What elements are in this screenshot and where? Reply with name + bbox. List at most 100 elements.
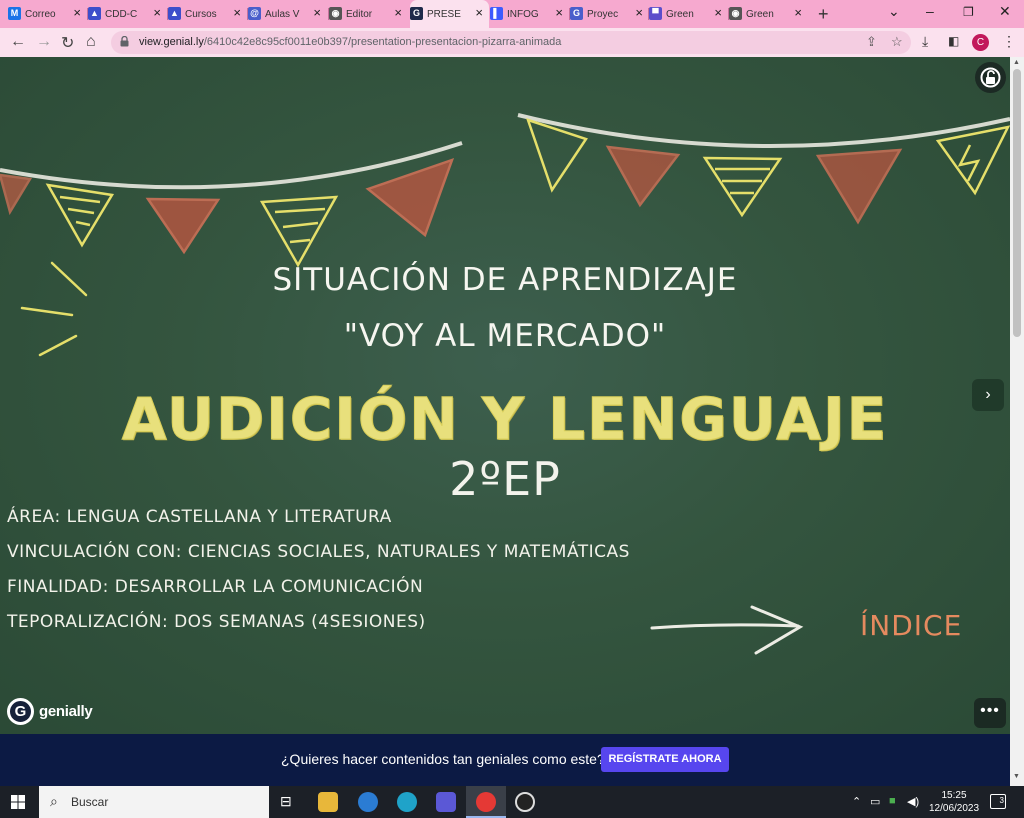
infographic-icon: ▌: [490, 7, 503, 20]
bookmark-star-icon[interactable]: ☆: [891, 34, 903, 50]
more-options-button[interactable]: •••: [974, 698, 1006, 728]
flag: [935, 125, 1010, 196]
slide-subject-heading: AUDICIÓN Y LENGUAJE: [121, 385, 889, 454]
tab-close-icon[interactable]: ×: [153, 5, 161, 20]
flag: [259, 195, 339, 268]
network-icon[interactable]: ▭: [870, 795, 880, 808]
media-player-icon[interactable]: [436, 792, 456, 812]
tab-search-icon[interactable]: ⌄: [888, 3, 900, 20]
clock-time: 15:25: [941, 790, 967, 801]
taskbar-search-box[interactable]: ⌕ Buscar: [39, 786, 269, 818]
browser-tab-label: CDD-C: [105, 8, 138, 20]
tab-close-icon[interactable]: ×: [233, 5, 241, 20]
recorder-icon[interactable]: [515, 792, 535, 812]
scroll-up-icon[interactable]: ▲: [1013, 59, 1020, 66]
volume-icon[interactable]: ◀): [907, 795, 919, 808]
url-text: view.genial.ly/6410c42e8c95cf0011e0b397/…: [139, 36, 561, 48]
register-now-button[interactable]: REGÍSTRATE AHORA: [601, 747, 729, 772]
chrome-taskbar-active[interactable]: [466, 786, 506, 818]
moodle-icon: @: [248, 7, 261, 20]
browser-tab-label: Editor: [346, 8, 373, 20]
info-finalidad: FINALIDAD: DESARROLLAR LA COMUNICACIÓN: [7, 577, 424, 597]
browser-tab-label: PRESE: [427, 8, 461, 20]
browser-toolbar: ← → ↻ ⌂ view.genial.ly/6410c42e8c95cf001…: [0, 28, 1024, 57]
browser-tab[interactable]: M Correo ×: [8, 4, 87, 24]
flag-hatch: [715, 167, 770, 195]
lock-icon: [120, 36, 129, 47]
bunting-flags-left: [0, 157, 455, 268]
tab-close-icon[interactable]: ×: [635, 5, 643, 20]
browser-tab[interactable]: ▌ INFOG ×: [490, 4, 569, 24]
genially-logo-text: genially: [39, 702, 93, 720]
tab-separator: [247, 8, 248, 20]
chrome-icon: [476, 792, 496, 812]
tab-close-icon[interactable]: ×: [475, 5, 483, 20]
flag: [815, 148, 903, 225]
forward-icon[interactable]: →: [36, 33, 52, 51]
tab-separator: [728, 8, 729, 20]
tray-chevron-up-icon[interactable]: ⌃: [852, 795, 861, 808]
browser-tab[interactable]: ◉ Green ×: [729, 4, 808, 24]
browser-tab-label: INFOG: [507, 8, 539, 20]
scrollbar-thumb[interactable]: [1013, 69, 1021, 337]
close-window-button[interactable]: ✕: [999, 3, 1011, 20]
notification-center-icon[interactable]: 3: [990, 794, 1006, 809]
side-panel-icon[interactable]: ◧: [948, 34, 959, 48]
fullscreen-toggle-button[interactable]: [975, 62, 1006, 93]
browser-tab-label: Aulas V: [265, 8, 300, 20]
tab-close-icon[interactable]: ×: [794, 5, 802, 20]
genially-icon: G: [410, 7, 423, 20]
restore-button[interactable]: ❐: [963, 5, 974, 19]
windows-start-icon[interactable]: [11, 795, 25, 809]
task-view-icon[interactable]: ⊟: [280, 793, 292, 810]
browser-tab[interactable]: G PRESE ×: [410, 0, 489, 28]
edge-icon[interactable]: [397, 792, 417, 812]
genially-presentation-slide: SITUACIÓN DE APRENDIZAJE "VOY AL MERCADO…: [0, 57, 1010, 734]
tab-separator: [328, 8, 329, 20]
menu-kebab-icon[interactable]: ⋮: [1002, 33, 1016, 50]
page-scrollbar[interactable]: ▲ ▼: [1010, 57, 1024, 786]
bunting-string-right: [517, 113, 1010, 149]
internet-explorer-icon[interactable]: [358, 792, 378, 812]
browser-tab[interactable]: ▲ Cursos ×: [168, 4, 247, 24]
security-icon[interactable]: ■: [889, 795, 896, 807]
browser-tab[interactable]: G Proyec ×: [570, 4, 649, 24]
info-area: ÁREA: LENGUA CASTELLANA Y LITERATURA: [7, 507, 392, 527]
tab-close-icon[interactable]: ×: [555, 5, 563, 20]
profile-avatar[interactable]: C: [972, 34, 989, 51]
tab-separator: [87, 8, 88, 20]
genially-logo[interactable]: G genially: [7, 697, 93, 725]
file-explorer-icon[interactable]: [318, 792, 338, 812]
info-temporalizacion: TEPORALIZACIÓN: DOS SEMANAS (4SESIONES): [7, 612, 426, 632]
graduation-cap-icon: ▲: [168, 7, 181, 20]
flag: [0, 173, 33, 216]
next-slide-button[interactable]: ›: [972, 379, 1004, 411]
share-icon[interactable]: ⇪: [866, 34, 877, 50]
url-host: view.genial.ly: [139, 36, 204, 48]
browser-tab[interactable]: @ Aulas V ×: [248, 4, 327, 24]
chalk-arrow: [650, 605, 804, 655]
tab-close-icon[interactable]: ×: [714, 5, 722, 20]
browser-tab[interactable]: ◉ Editor ×: [329, 4, 408, 24]
graduation-cap-icon: ▲: [88, 7, 101, 20]
browser-tab[interactable]: ▀ Green ×: [649, 4, 728, 24]
browser-tab-label: Correo: [25, 8, 56, 20]
minimize-button[interactable]: –: [926, 3, 934, 19]
new-tab-button[interactable]: +: [818, 4, 829, 25]
globe-icon: ◉: [729, 7, 742, 20]
taskbar-search-placeholder: Buscar: [71, 795, 109, 809]
tab-close-icon[interactable]: ×: [73, 5, 81, 20]
reload-icon[interactable]: ↻: [61, 33, 74, 53]
home-icon[interactable]: ⌂: [86, 33, 96, 51]
tab-close-icon[interactable]: ×: [394, 5, 402, 20]
taskbar-clock[interactable]: 15:25 12/06/2023: [929, 789, 979, 815]
windows-taskbar: ⌕ Buscar ⊟ ⌃ ▭ ■ ◀) 15:25 12/06/2023 3: [0, 786, 1024, 818]
index-link[interactable]: ÍNDICE: [860, 609, 962, 642]
back-icon[interactable]: ←: [10, 33, 26, 51]
download-icon[interactable]: ⤓: [922, 33, 928, 50]
browser-tab[interactable]: ▲ CDD-C ×: [88, 4, 167, 24]
address-bar[interactable]: view.genial.ly/6410c42e8c95cf0011e0b397/…: [111, 31, 911, 54]
flag: [365, 157, 455, 238]
tab-close-icon[interactable]: ×: [313, 5, 321, 20]
scroll-down-icon[interactable]: ▼: [1013, 773, 1020, 780]
